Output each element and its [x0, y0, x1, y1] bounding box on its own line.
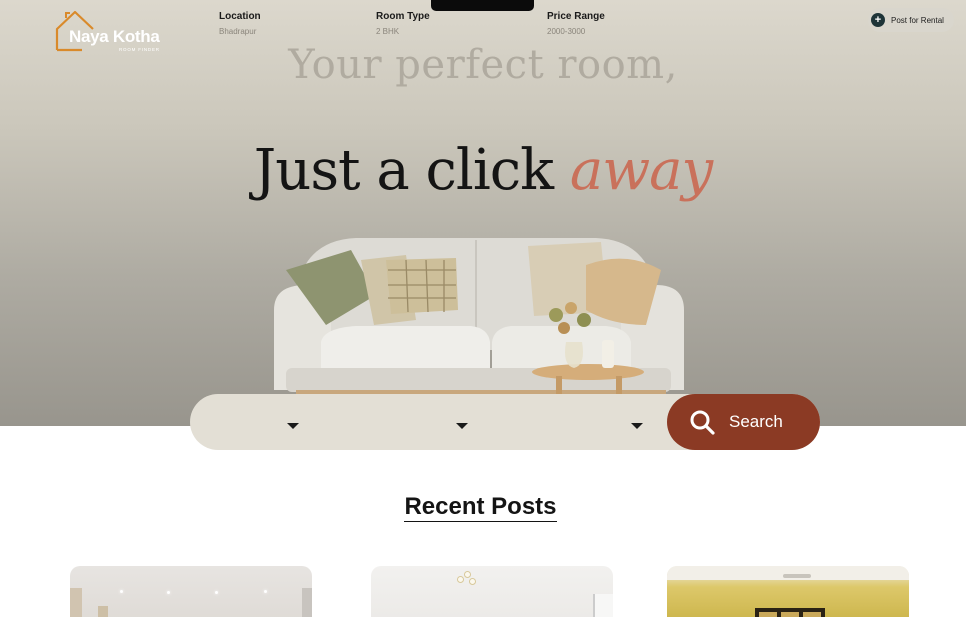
ceiling-fan: [783, 574, 811, 578]
curtain: [70, 588, 82, 617]
hero-tagline: Your perfect room,: [288, 42, 678, 88]
search-button-label: Search: [729, 412, 783, 431]
room-type-label: Room Type: [376, 11, 430, 22]
camera-notch: [431, 0, 534, 11]
recent-posts-title: Recent Posts: [0, 493, 961, 522]
search-icon: [690, 410, 715, 435]
room-type-field[interactable]: Room Type 2 BHK: [376, 11, 430, 47]
price-range-value: 2000-3000: [547, 27, 586, 36]
ceiling-light: [215, 591, 218, 594]
room-photo-2[interactable]: [371, 566, 613, 617]
curtain: [98, 606, 108, 617]
headline-main: Just a click: [253, 138, 554, 203]
location-field[interactable]: Location Bhadrapur: [219, 11, 261, 47]
room-photo-3[interactable]: [667, 566, 909, 617]
price-range-caret-down-icon[interactable]: [631, 423, 643, 429]
location-value: Bhadrapur: [219, 27, 257, 36]
location-caret-down-icon[interactable]: [287, 423, 299, 429]
chandelier: [455, 568, 477, 590]
search-button[interactable]: Search: [667, 394, 820, 450]
room-photo-1[interactable]: [70, 566, 312, 617]
price-range-label: Price Range: [547, 11, 605, 22]
recent-posts-title-text: Recent Posts: [404, 493, 557, 522]
post-for-rental-label: Post for Rental: [891, 15, 944, 25]
wall-panel: [302, 588, 312, 617]
window: [593, 594, 613, 617]
location-label: Location: [219, 11, 261, 22]
plus-icon: +: [871, 13, 885, 27]
headline-accent: away: [569, 138, 713, 203]
ceiling-light: [264, 590, 267, 593]
ceiling-light: [167, 591, 170, 594]
room-type-value: 2 BHK: [376, 27, 400, 36]
ceiling-light: [120, 590, 123, 593]
hero-headline: Just a click away: [0, 138, 966, 203]
wall-frames: [755, 608, 825, 617]
post-for-rental-button[interactable]: + Post for Rental: [868, 8, 954, 32]
room-type-caret-down-icon[interactable]: [456, 423, 468, 429]
hero-section: Naya Kotha ROOM FINDER + Post for Rental…: [0, 0, 966, 426]
price-range-field[interactable]: Price Range 2000-3000: [547, 11, 605, 47]
